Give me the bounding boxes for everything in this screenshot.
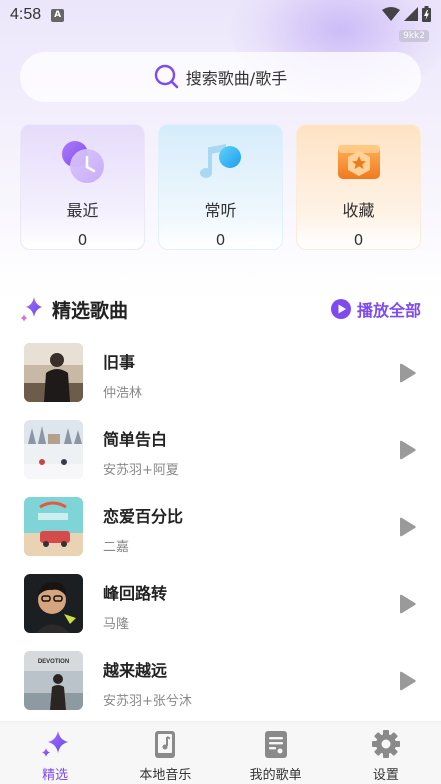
tab-my-playlists[interactable]: 我的歌单 bbox=[221, 722, 331, 784]
song-row[interactable]: 峰回路转 马隆 bbox=[24, 574, 421, 651]
song-artist: 马隆 bbox=[103, 617, 130, 632]
notification-badge: A bbox=[51, 8, 65, 22]
wifi-icon bbox=[382, 7, 400, 21]
status-time: 4:58 bbox=[10, 6, 42, 23]
song-title: 峰回路转 bbox=[103, 584, 168, 603]
clock-icon bbox=[58, 137, 108, 187]
song-title: 越来越远 bbox=[103, 661, 168, 680]
card-often-count: 0 bbox=[215, 231, 226, 249]
tab-my-playlists-label: 我的歌单 bbox=[249, 768, 302, 783]
card-recent-count: 0 bbox=[77, 231, 88, 249]
song-artist: 仲浩林 bbox=[103, 386, 143, 401]
song-title: 旧事 bbox=[103, 353, 136, 372]
battery-icon bbox=[422, 6, 431, 22]
song-artist: 安苏羽+张兮沐 bbox=[103, 694, 192, 709]
album-cover bbox=[24, 497, 83, 556]
song-list: 旧事 仲浩林 简单告白 安苏羽+阿夏 恋爱百分比 二嘉 峰回路转 马隆 DEVO… bbox=[24, 343, 421, 728]
album-cover-text: DEVOTION bbox=[38, 659, 69, 665]
album-cover bbox=[24, 343, 83, 402]
tab-settings-label: 设置 bbox=[372, 768, 399, 783]
play-icon[interactable] bbox=[397, 670, 417, 692]
tab-featured-label: 精选 bbox=[42, 768, 69, 783]
card-often-title: 常听 bbox=[204, 201, 237, 220]
featured-section-header: 精选歌曲 播放全部 bbox=[20, 293, 421, 325]
album-cover: DEVOTION bbox=[24, 651, 83, 710]
watermark: 9kk2 bbox=[399, 30, 429, 42]
status-icons bbox=[382, 6, 431, 22]
song-row[interactable]: DEVOTION 越来越远 安苏羽+张兮沐 bbox=[24, 651, 421, 728]
search-bar[interactable]: 搜索歌曲/歌手 bbox=[20, 52, 421, 102]
song-title: 简单告白 bbox=[103, 430, 168, 449]
search-icon bbox=[154, 64, 179, 89]
play-circle-icon bbox=[330, 299, 351, 319]
star-box-icon bbox=[334, 137, 384, 187]
song-artist: 安苏羽+阿夏 bbox=[103, 463, 179, 478]
play-icon[interactable] bbox=[397, 362, 417, 384]
play-all-button[interactable]: 播放全部 bbox=[330, 297, 421, 321]
play-icon[interactable] bbox=[397, 516, 417, 538]
status-bar: 4:58 A bbox=[0, 0, 441, 30]
card-often[interactable]: 常听 0 bbox=[158, 124, 283, 250]
tab-local-music[interactable]: 本地音乐 bbox=[110, 722, 220, 784]
featured-section-title: 精选歌曲 bbox=[52, 299, 129, 322]
music-note-icon bbox=[196, 137, 246, 187]
album-cover bbox=[24, 420, 83, 479]
card-recent[interactable]: 最近 0 bbox=[20, 124, 145, 250]
song-row[interactable]: 旧事 仲浩林 bbox=[24, 343, 421, 420]
play-all-label: 播放全部 bbox=[356, 301, 421, 320]
card-favorites[interactable]: 收藏 0 bbox=[296, 124, 421, 250]
tab-local-music-label: 本地音乐 bbox=[139, 768, 192, 783]
card-favorites-title: 收藏 bbox=[342, 201, 375, 220]
song-title: 恋爱百分比 bbox=[103, 507, 184, 526]
song-row[interactable]: 恋爱百分比 二嘉 bbox=[24, 497, 421, 574]
bottom-tab-bar: 精选 本地音乐 我的歌单 设置 bbox=[0, 721, 441, 784]
song-artist: 二嘉 bbox=[103, 540, 130, 555]
phone-music-icon bbox=[155, 731, 176, 758]
card-recent-title: 最近 bbox=[66, 201, 99, 220]
gear-icon bbox=[371, 730, 400, 758]
song-row[interactable]: 简单告白 安苏羽+阿夏 bbox=[24, 420, 421, 497]
play-icon[interactable] bbox=[397, 439, 417, 461]
signal-icon bbox=[404, 7, 418, 21]
sparkle-icon bbox=[42, 731, 69, 757]
tab-settings[interactable]: 设置 bbox=[331, 722, 441, 784]
tab-featured[interactable]: 精选 bbox=[0, 722, 110, 784]
playlist-doc-icon bbox=[264, 731, 287, 758]
quick-access-cards: 最近 0 常听 0 收藏 0 bbox=[20, 124, 421, 250]
sparkle-icon bbox=[20, 297, 42, 322]
play-icon[interactable] bbox=[397, 593, 417, 615]
search-placeholder: 搜索歌曲/歌手 bbox=[185, 69, 288, 88]
card-favorites-count: 0 bbox=[353, 231, 364, 249]
album-cover bbox=[24, 574, 83, 633]
